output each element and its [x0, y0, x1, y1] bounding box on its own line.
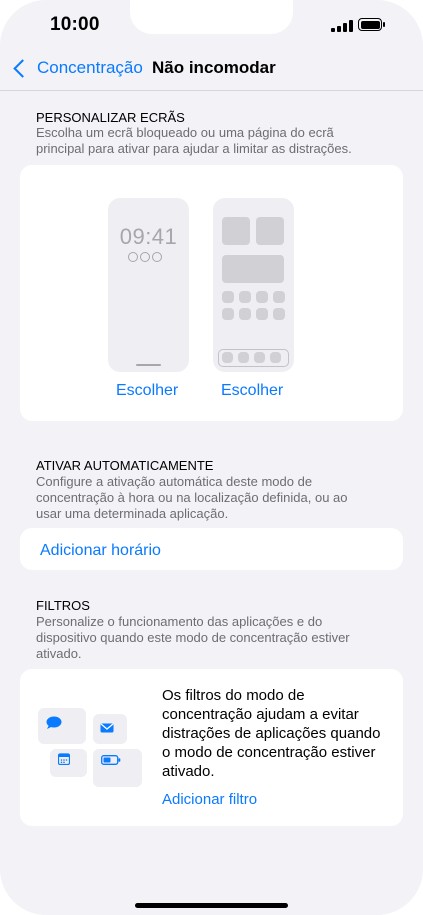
navigation-bar: Concentração Não incomodar	[0, 52, 423, 91]
section-header-filters: FILTROS	[36, 598, 90, 613]
add-filter-button[interactable]: Adicionar filtro	[162, 791, 257, 808]
lock-screen-time: 09:41	[119, 224, 178, 249]
mail-icon	[100, 723, 114, 733]
widget-tile	[222, 217, 250, 245]
section-description-customize-screens: Escolha um ecrã bloqueado ou uma página …	[36, 125, 352, 156]
chevron-left-icon	[13, 58, 32, 78]
app-icon-tile	[256, 291, 268, 303]
home-bar-indicator	[136, 364, 161, 366]
dock-app-tile	[254, 352, 265, 363]
status-time: 10:00	[50, 14, 100, 35]
add-schedule-button[interactable]: Adicionar horário	[40, 542, 161, 560]
cellular-signal-icon	[331, 20, 353, 32]
app-icon-tile	[222, 291, 234, 303]
filters-card: Os filtros do modo de concentração ajuda…	[20, 669, 403, 826]
filter-illustration-tile	[93, 749, 142, 787]
choose-home-screen-button[interactable]: Escolher	[221, 382, 283, 400]
app-icon-tile	[273, 291, 285, 303]
widget-circles-icon	[128, 252, 162, 262]
page-title: Não incomodar	[152, 58, 276, 77]
app-icon-tile	[273, 308, 285, 320]
section-description-filters: Personalize o funcionamento das aplicaçõ…	[36, 614, 350, 661]
dock-app-tile	[222, 352, 233, 363]
filter-illustration-tile	[38, 708, 86, 744]
notch	[130, 0, 293, 34]
filter-illustration-tile	[50, 749, 87, 777]
filters-info-text: Os filtros do modo de concentração ajuda…	[162, 687, 381, 780]
screens-card: 09:41 Escolher Escolher	[20, 165, 403, 421]
widget-tile	[222, 255, 284, 283]
widget-tile	[256, 217, 284, 245]
section-header-auto-enable: ATIVAR AUTOMATICAMENTE	[36, 458, 214, 473]
section-header-customize-screens: PERSONALIZAR ECRÃS	[36, 110, 185, 125]
home-indicator[interactable]	[135, 903, 288, 908]
filter-illustration-tile	[93, 714, 127, 744]
section-description-auto-enable: Configure a ativação automática deste mo…	[36, 474, 348, 521]
dock	[218, 349, 289, 367]
battery-low-power-icon	[101, 755, 121, 765]
app-icon-tile	[239, 291, 251, 303]
app-icon-tile	[239, 308, 251, 320]
back-button-label: Concentração	[37, 58, 143, 77]
status-bar: 10:00	[0, 0, 423, 50]
phone-screen: 10:00 Concentração Não incomodar PERSONA…	[0, 0, 423, 915]
lock-screen-preview[interactable]: 09:41	[108, 198, 189, 372]
message-bubble-icon	[46, 716, 62, 729]
home-screen-preview[interactable]	[213, 198, 294, 372]
app-icon-tile	[256, 308, 268, 320]
calendar-icon	[58, 753, 70, 765]
choose-lock-screen-button[interactable]: Escolher	[116, 382, 178, 400]
dock-app-tile	[238, 352, 249, 363]
app-icon-tile	[222, 308, 234, 320]
add-schedule-row[interactable]: Adicionar horário	[20, 528, 403, 570]
dock-app-tile	[270, 352, 281, 363]
battery-icon	[358, 18, 385, 31]
back-button[interactable]: Concentração	[12, 58, 143, 78]
